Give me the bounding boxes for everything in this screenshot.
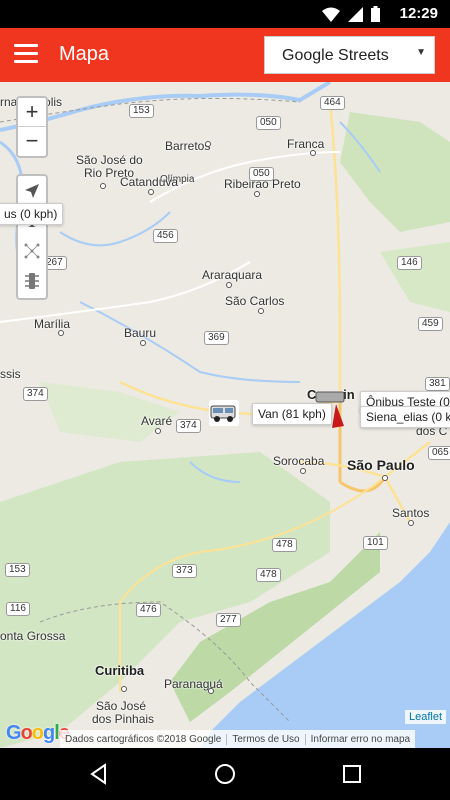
signal-icon <box>348 6 363 27</box>
menu-button[interactable] <box>14 44 38 66</box>
vehicle-tooltip[interactable]: Siena_elias (0 k <box>360 406 450 428</box>
status-bar: 12:29 <box>0 0 450 28</box>
map-attribution: Dados cartográficos ©2018 Google Termos … <box>60 730 416 748</box>
status-time: 12:29 <box>399 5 438 22</box>
network-icon <box>24 243 40 259</box>
city-label-avare: Avaré <box>141 414 173 428</box>
city-dot <box>258 308 264 314</box>
city-label-marilia: Marília <box>34 317 71 331</box>
highway-shield: 459 <box>418 317 443 331</box>
highway-shield: 101 <box>363 536 388 550</box>
highway-shield: 374 <box>176 419 201 433</box>
city-dot <box>148 189 154 195</box>
recents-button[interactable] <box>340 762 364 786</box>
highway-shield: 478 <box>272 538 297 552</box>
app-bar: Mapa Google Streets ▼ <box>0 28 450 82</box>
terms-link[interactable]: Termos de Uso <box>226 733 304 745</box>
traffic-tool-button[interactable] <box>18 266 46 296</box>
locate-icon <box>25 184 39 198</box>
recents-icon <box>343 765 361 783</box>
map-layer-select-value: Google Streets <box>282 47 389 64</box>
map-layer-select[interactable]: Google Streets ▼ <box>264 36 435 74</box>
city-label-ponta-grossa: onta Grossa <box>0 629 66 643</box>
highway-shield: 381 <box>425 377 450 391</box>
traffic-light-icon <box>25 273 39 289</box>
city-dot <box>58 330 64 336</box>
highway-shield: 153 <box>5 563 30 577</box>
city-label-paranagua: Paranaguá <box>164 677 223 691</box>
city-dot <box>226 282 232 288</box>
highway-shield: 146 <box>397 256 422 270</box>
city-label-barretos: Barretos <box>165 139 211 153</box>
city-label-sao-carlos: São Carlos <box>225 294 285 308</box>
city-dot <box>310 150 316 156</box>
city-label-curitiba: Curitiba <box>95 663 145 678</box>
van-marker[interactable] <box>209 400 239 426</box>
city-dot <box>408 520 414 526</box>
zoom-in-button[interactable]: + <box>18 98 46 127</box>
home-icon <box>215 764 235 784</box>
highway-shield: 116 <box>6 602 30 616</box>
city-dot <box>140 340 146 346</box>
city-label-franca: Franca <box>287 137 325 151</box>
highway-shield: 153 <box>129 104 154 118</box>
report-error-link[interactable]: Informar erro no mapa <box>304 733 416 745</box>
bus-icon <box>315 391 345 428</box>
city-label-bauru: Bauru <box>124 326 157 340</box>
network-tool-button[interactable] <box>18 236 46 266</box>
city-dot <box>208 688 214 694</box>
highway-shield: 374 <box>23 387 48 401</box>
page-title: Mapa <box>59 43 110 65</box>
city-label-catanduva: Catanduva <box>120 175 179 189</box>
city-label-sao-jose-pinhais-2: dos Pinhais <box>92 712 155 726</box>
highway-shield: 373 <box>172 564 197 578</box>
chevron-down-icon: ▼ <box>416 47 426 58</box>
highway-shield: 050 <box>249 167 274 181</box>
wifi-icon <box>322 7 340 27</box>
zoom-control: + − <box>16 96 48 158</box>
highway-shield: 277 <box>216 613 241 627</box>
back-button[interactable] <box>87 762 111 786</box>
menu-icon <box>14 44 38 47</box>
city-label-sao-paulo: São Paulo <box>347 457 415 473</box>
highway-shield: 065 <box>428 446 450 460</box>
highway-shield: 456 <box>153 229 178 243</box>
city-dot <box>155 428 161 434</box>
attribution-data: Dados cartográficos ©2018 Google <box>65 733 222 745</box>
city-dot <box>205 141 211 147</box>
city-label-ssis: ssis <box>0 367 21 381</box>
highway-shield: 050 <box>256 116 281 130</box>
city-dot <box>254 191 260 197</box>
highway-shield: 478 <box>256 568 281 582</box>
city-dot <box>100 183 106 189</box>
highway-shield: 464 <box>320 96 345 110</box>
map-view[interactable]: rnandópolis São José do Rio Preto Olímpi… <box>0 82 450 748</box>
city-dot <box>300 468 306 474</box>
highway-shield: 476 <box>136 603 161 617</box>
home-button[interactable] <box>213 762 237 786</box>
bus-marker[interactable] <box>310 388 350 439</box>
leaflet-link[interactable]: Leaflet <box>404 710 446 724</box>
city-dot <box>382 475 388 481</box>
highway-shield: 369 <box>204 331 229 345</box>
city-label-sorocaba: Sorocaba <box>273 454 325 468</box>
city-label-araraquara: Araraquara <box>202 268 263 282</box>
zoom-out-button[interactable]: − <box>18 127 46 156</box>
city-dot <box>121 686 127 692</box>
city-label-santos: Santos <box>392 506 430 520</box>
system-nav-bar <box>0 748 450 800</box>
battery-icon <box>371 6 380 27</box>
van-icon <box>210 405 236 422</box>
locate-button[interactable] <box>18 176 46 206</box>
vehicle-tooltip[interactable]: us (0 kph) <box>0 203 64 225</box>
map-tools: T <box>16 174 48 300</box>
back-icon <box>90 763 106 785</box>
